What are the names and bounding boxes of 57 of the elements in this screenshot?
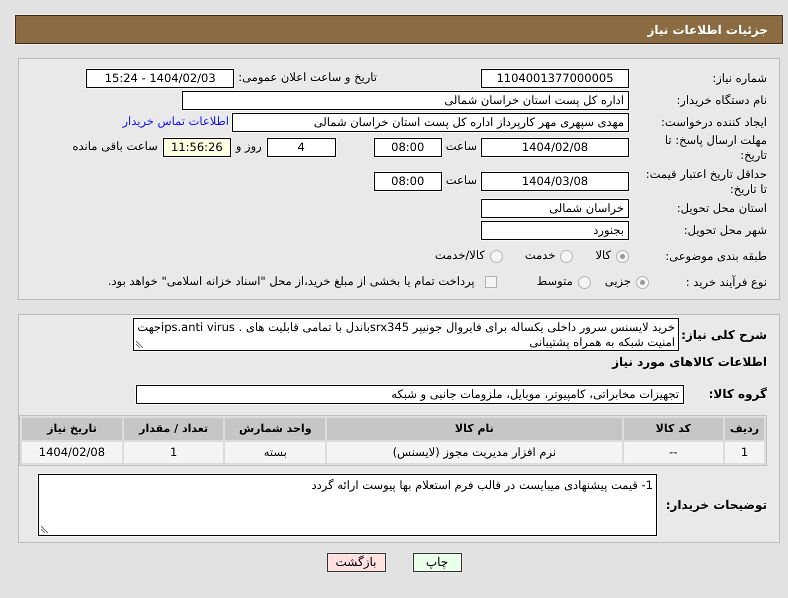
- table-cell: --: [624, 442, 724, 463]
- resize-grip-icon[interactable]: [136, 340, 144, 348]
- field-label: طبقه بندی موضوعی:: [664, 248, 767, 264]
- field-label: توضیحات خریدار:: [664, 497, 767, 514]
- field-label: استان محل تحویل:: [676, 200, 767, 216]
- option-label: کالا/خدمت: [434, 247, 485, 264]
- field-label: حداقل تاریخ اعتبار قیمت: تا تاریخ:: [644, 167, 767, 197]
- city-field: بجنورد: [481, 220, 629, 240]
- field-label: مهلت ارسال پاسخ: تا تاریخ:: [664, 133, 767, 163]
- field-label: شماره نیاز:: [711, 70, 767, 86]
- option-label: کالا: [595, 247, 611, 264]
- buyer-org-field: اداره کل پست استان خراسان شمالی: [182, 90, 629, 110]
- column-header: کد کالا: [624, 418, 724, 440]
- need-number-field: 1104001377000005: [481, 68, 629, 88]
- remaining-time-field: 11:56:26: [162, 138, 231, 157]
- print-button[interactable]: چاپ: [412, 553, 462, 572]
- field-label: شهر محل تحویل:: [682, 222, 767, 238]
- description-field: خرید لایسنس سرور داخلی یکساله برای فایروال جونیپر srx345باندل با تمامی قابلیت های . ips.anti virusجهت امنیت شبکه به همراه پشتیبانی: [133, 318, 679, 351]
- resize-grip-icon[interactable]: [41, 525, 49, 533]
- field-label: نوع فرآیند خرید :: [684, 274, 767, 290]
- time-field: 08:00: [374, 138, 442, 157]
- contact-info-link[interactable]: اطلاعات تماس خریدار: [122, 113, 229, 131]
- table-cell: بسته: [225, 442, 326, 463]
- table-cell: 1: [725, 442, 764, 463]
- buyer-notes-field: 1- قیمت پیشنهادی میبایست در قالب فرم استعلام بها پیوست ارائه گردد: [38, 474, 657, 536]
- option-label: متوسط: [536, 273, 573, 290]
- section-heading: اطلاعات کالاهای مورد نیاز: [610, 354, 767, 371]
- option-label: خدمت: [524, 247, 556, 264]
- column-header: واحد شمارش: [225, 418, 326, 440]
- table-cell: نرم افزار مدیریت مجوز (لایسنس): [327, 442, 622, 463]
- column-header: تاریخ نیاز: [22, 418, 122, 440]
- field-label: شرح کلی نیاز:: [680, 326, 767, 344]
- payment-note: پرداخت تمام یا بخشی از مبلغ خرید،از محل "اسناد خزانه اسلامی" خواهد بود.: [108, 273, 475, 290]
- back-button[interactable]: بازگشت: [326, 553, 386, 572]
- time-label: ساعت: [446, 138, 477, 155]
- column-header: نام کالا: [327, 418, 622, 440]
- time-label: ساعت: [446, 172, 477, 189]
- column-header: ردیف: [725, 418, 764, 440]
- time-field: 08:00: [374, 172, 442, 191]
- date-field: 1404/03/08: [481, 172, 629, 191]
- table-cell: 1404/02/08: [22, 442, 122, 463]
- goods-group-field: تجهیزات مخابراتی، کامپیوتر، موبایل، ملزومات جانبی و شبکه: [136, 384, 684, 404]
- announce-date-field: 1404/02/03 - 15:24: [86, 68, 234, 88]
- table-cell: 1: [124, 442, 224, 463]
- remaining-label: ساعت باقی مانده: [72, 138, 158, 155]
- province-field: خراسان شمالی: [481, 198, 629, 218]
- requester-field: مهدی سپهری مهر کارپرداز اداره کل پست استان خراسان شمالی: [232, 112, 629, 132]
- column-header: تعداد / مقدار: [124, 418, 224, 440]
- days-field: 4: [266, 138, 336, 157]
- field-label: نام دستگاه خریدار:: [675, 92, 767, 108]
- field-label: تاریخ و ساعت اعلان عمومی:: [238, 69, 377, 86]
- date-field: 1404/02/08: [481, 138, 629, 157]
- field-label: گروه کالا:: [708, 386, 767, 403]
- option-label: جزیی: [604, 273, 631, 290]
- page-title: جزئیات اطلاعات نیاز: [647, 22, 768, 38]
- field-label: ایجاد کننده درخواست:: [660, 114, 767, 130]
- days-label: روز و: [236, 138, 262, 155]
